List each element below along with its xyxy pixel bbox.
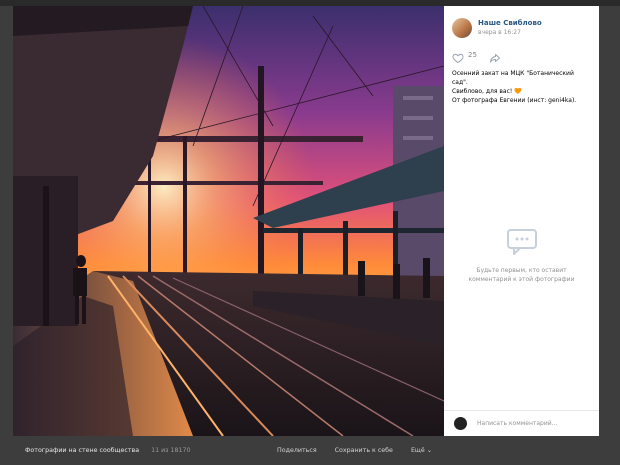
author-block: Наше Свиблово вчера в 16:27 [444,6,599,43]
user-avatar [454,417,467,430]
viewer-footer: Фотографии на стене сообщества 11 из 181… [13,436,444,465]
photo-viewer: Наше Свиблово вчера в 16:27 25 Осенний з… [13,6,599,436]
share-arrow-icon[interactable] [489,49,501,63]
caption-line: От фотографа Евгении (инст: geni4ka). [452,97,577,104]
community-avatar[interactable] [452,18,472,38]
caption-line: Свиблово, для вас! 🧡 [452,88,522,95]
comment-bubble-icon [506,228,538,256]
comments-empty-state: Будьте первым, кто оставит комментарий к… [444,228,599,284]
post-time[interactable]: вчера в 16:27 [478,28,542,38]
photo-caption: Осенний закат на МЦК "Ботанический сад".… [444,63,599,105]
album-link[interactable]: Фотографии на стене сообщества [25,447,139,454]
photo[interactable] [13,6,444,436]
caption-line: Осенний закат на МЦК "Ботанический сад". [452,70,574,86]
likes-count[interactable]: 25 [468,51,477,59]
comment-box[interactable]: Написать комментарий... [444,410,599,436]
comment-input[interactable]: Написать комментарий... [477,420,557,427]
share-link[interactable]: Поделиться [277,447,317,454]
community-name[interactable]: Наше Свиблово [478,18,542,28]
empty-text-line: Будьте первым, кто оставит [476,267,567,274]
actions-row: 25 [444,43,599,64]
info-panel: Наше Свиблово вчера в 16:27 25 Осенний з… [444,6,599,436]
empty-text-line: комментарий к этой фотографии [468,276,575,283]
more-link[interactable]: Ещё ⌄ [411,447,432,454]
photo-counter: 11 из 18170 [151,447,191,454]
save-link[interactable]: Сохранить к себе [335,447,393,454]
heart-outline-icon[interactable] [452,49,464,64]
sunset-railway-photo [13,6,444,436]
